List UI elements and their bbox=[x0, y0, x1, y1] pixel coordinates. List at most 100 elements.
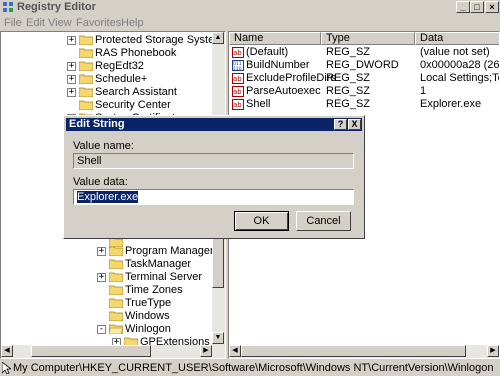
value-type: REG_SZ bbox=[326, 72, 371, 84]
expand-icon[interactable]: + bbox=[97, 273, 106, 282]
svg-text:ab: ab bbox=[233, 75, 242, 83]
window-title: Registry Editor bbox=[17, 1, 96, 13]
maximize-button[interactable]: □ bbox=[470, 1, 484, 13]
tree-item[interactable]: + Terminal Server bbox=[1, 271, 211, 284]
dword-value-icon: 011110 bbox=[232, 60, 244, 71]
value-data: 1 bbox=[420, 85, 427, 97]
folder-icon bbox=[109, 246, 123, 256]
expand-icon[interactable]: + bbox=[97, 247, 106, 256]
registry-editor-icon bbox=[3, 2, 13, 12]
folder-icon bbox=[79, 35, 93, 45]
menu-bar: File Edit View Favorites Help bbox=[0, 15, 500, 31]
value-type: REG_SZ bbox=[326, 46, 371, 58]
tree-item-winlogon[interactable]: - Winlogon bbox=[1, 323, 211, 336]
tree-item-label: Security Center bbox=[95, 99, 171, 111]
tree-item-label: Time Zones bbox=[125, 284, 183, 296]
folder-icon bbox=[79, 100, 93, 110]
menu-help[interactable]: Help bbox=[121, 16, 144, 30]
column-header-data[interactable]: Data bbox=[415, 32, 499, 45]
scroll-thumb[interactable] bbox=[31, 345, 151, 357]
list-row[interactable]: ab (Default) REG_SZ (value not set) bbox=[229, 46, 499, 59]
value-name-label: Value name: bbox=[73, 140, 134, 152]
tree-item-label: Program Manager bbox=[125, 245, 214, 257]
folder-icon bbox=[109, 285, 123, 295]
svg-text:ab: ab bbox=[233, 49, 242, 57]
dialog-title: Edit String bbox=[69, 118, 125, 130]
ok-button[interactable]: OK bbox=[234, 211, 289, 231]
tree-item[interactable]: + Schedule+ bbox=[1, 73, 211, 86]
scroll-left-arrow-icon[interactable]: ◀ bbox=[229, 345, 241, 357]
string-value-icon: ab bbox=[232, 47, 244, 58]
menu-favorites[interactable]: Favorites bbox=[76, 16, 121, 30]
folder-icon bbox=[79, 61, 93, 71]
expand-icon[interactable]: + bbox=[67, 36, 76, 45]
list-row[interactable]: ab ParseAutoexec REG_SZ 1 bbox=[229, 85, 499, 98]
column-header-name[interactable]: Name bbox=[229, 32, 321, 45]
expand-icon[interactable]: + bbox=[67, 62, 76, 71]
list-row[interactable]: ab ExcludeProfileDirs REG_SZ Local Setti… bbox=[229, 72, 499, 85]
status-path: My Computer\HKEY_CURRENT_USER\Software\M… bbox=[13, 362, 494, 374]
value-name: ExcludeProfileDirs bbox=[246, 72, 336, 84]
svg-text:ab: ab bbox=[233, 88, 242, 96]
value-name-field: Shell bbox=[73, 153, 354, 169]
tree-item[interactable]: TaskManager bbox=[1, 258, 211, 271]
collapse-icon[interactable]: - bbox=[97, 325, 106, 334]
tree-item[interactable]: + RegEdt32 bbox=[1, 60, 211, 73]
folder-icon bbox=[79, 74, 93, 84]
tree-item[interactable]: RAS Phonebook bbox=[1, 47, 211, 60]
tree-item-label: Search Assistant bbox=[95, 86, 177, 98]
scroll-up-arrow-icon[interactable]: ▲ bbox=[212, 32, 224, 44]
value-data: Local Settings;Tempc bbox=[420, 72, 499, 84]
tree-item-label: TrueType bbox=[125, 297, 172, 309]
tree-item-label: TaskManager bbox=[125, 258, 192, 270]
folder-icon bbox=[109, 311, 123, 321]
value-data-input[interactable]: Explorer.exe bbox=[73, 189, 354, 205]
tree-item[interactable]: + Protected Storage System Prov bbox=[1, 34, 225, 47]
tree-item[interactable]: Windows bbox=[1, 310, 211, 323]
value-name: Shell bbox=[246, 98, 271, 110]
value-name: (Default) bbox=[246, 46, 289, 58]
expand-icon[interactable]: + bbox=[67, 88, 76, 97]
value-data: 0x00000a28 (2600) bbox=[420, 59, 500, 71]
value-type: REG_SZ bbox=[326, 98, 371, 110]
scroll-right-arrow-icon[interactable]: ▶ bbox=[487, 345, 499, 357]
minimize-button[interactable]: _ bbox=[456, 1, 470, 13]
folder-icon bbox=[109, 259, 123, 269]
scroll-down-arrow-icon[interactable]: ▼ bbox=[212, 332, 224, 344]
scroll-thumb[interactable] bbox=[241, 345, 466, 357]
help-button[interactable]: ? bbox=[334, 119, 347, 130]
folder-icon bbox=[79, 87, 93, 97]
value-type: REG_DWORD bbox=[326, 59, 399, 71]
list-horizontal-scrollbar[interactable]: ◀ ▶ bbox=[229, 345, 499, 358]
dialog-close-button[interactable]: X bbox=[348, 119, 361, 130]
menu-view[interactable]: View bbox=[48, 16, 72, 30]
cancel-button[interactable]: Cancel bbox=[296, 211, 351, 231]
edit-string-dialog[interactable]: Edit String ? X Value name: Shell Value … bbox=[63, 115, 365, 239]
tree-horizontal-scrollbar[interactable]: ◀ ▶ bbox=[1, 345, 225, 358]
list-row[interactable]: ab Shell REG_SZ Explorer.exe bbox=[229, 98, 499, 111]
expand-icon[interactable]: + bbox=[67, 75, 76, 84]
tree-item[interactable]: TrueType bbox=[1, 297, 211, 310]
folder-icon bbox=[79, 48, 93, 58]
tree-item[interactable]: Time Zones bbox=[1, 284, 211, 297]
close-button[interactable]: × bbox=[485, 1, 499, 13]
column-header-type[interactable]: Type bbox=[321, 32, 415, 45]
tree-item[interactable]: + Program Manager bbox=[1, 245, 214, 258]
string-value-icon: ab bbox=[232, 86, 244, 97]
tree-item-label: Protected Storage System Prov bbox=[95, 34, 225, 46]
tree-item[interactable]: Security Center bbox=[1, 99, 211, 112]
scroll-right-arrow-icon[interactable]: ▶ bbox=[200, 345, 212, 357]
list-row[interactable]: 011 110 BuildNumber REG_DWORD 0x00000a28 … bbox=[229, 59, 500, 72]
value-data-label: Value data: bbox=[73, 176, 128, 188]
menu-file[interactable]: File bbox=[4, 16, 22, 30]
dialog-title-bar: Edit String ? X bbox=[66, 118, 362, 131]
menu-edit[interactable]: Edit bbox=[26, 16, 45, 30]
scroll-left-arrow-icon[interactable]: ◀ bbox=[1, 345, 13, 357]
value-name: ParseAutoexec bbox=[246, 85, 321, 97]
tree-item[interactable]: + Search Assistant bbox=[1, 86, 211, 99]
svg-text:110: 110 bbox=[233, 66, 242, 71]
tree-item-label: Schedule+ bbox=[95, 73, 148, 85]
tree-item-label: RAS Phonebook bbox=[95, 47, 177, 59]
value-data-selected-text: Explorer.exe bbox=[77, 191, 139, 203]
string-value-icon: ab bbox=[232, 73, 244, 84]
